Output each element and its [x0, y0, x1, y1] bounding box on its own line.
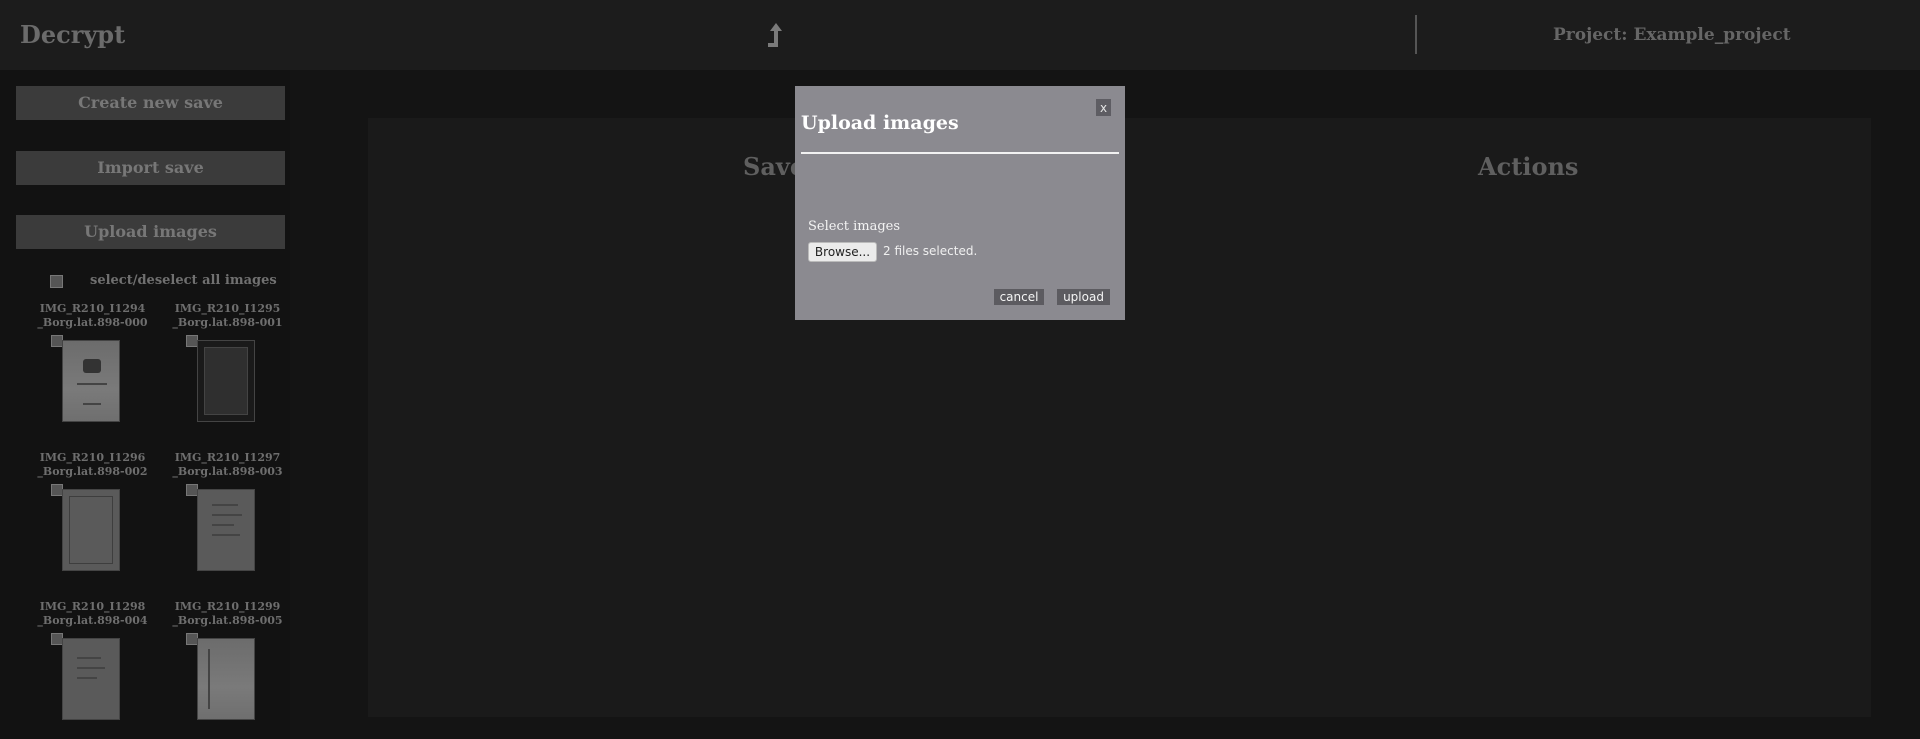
- image-thumbnail[interactable]: IMG_R210_I1296 _Borg.lat.898-002: [30, 451, 155, 596]
- dialog-divider: [801, 152, 1119, 154]
- select-all-label: select/deselect all images: [90, 273, 277, 288]
- image-name: IMG_R210_I1299 _Borg.lat.898-005: [172, 600, 283, 627]
- close-button[interactable]: x: [1096, 99, 1111, 116]
- image-name: IMG_R210_I1297 _Borg.lat.898-003: [172, 451, 283, 478]
- image-preview: [197, 489, 255, 571]
- image-thumbnail[interactable]: IMG_R210_I1294 _Borg.lat.898-000: [30, 302, 155, 447]
- image-preview: [197, 638, 255, 720]
- brand-title: Decrypt: [20, 20, 126, 49]
- upload-button[interactable]: upload: [1057, 289, 1110, 305]
- actions-heading: Actions: [1478, 152, 1579, 181]
- file-selection-status: 2 files selected.: [883, 244, 978, 258]
- header-divider: [1415, 15, 1417, 54]
- image-name: IMG_R210_I1298 _Borg.lat.898-004: [37, 600, 148, 627]
- image-preview: [62, 489, 120, 571]
- image-preview: [62, 340, 120, 422]
- select-images-label: Select images: [808, 219, 901, 234]
- image-thumbnail[interactable]: IMG_R210_I1297 _Borg.lat.898-003: [165, 451, 290, 596]
- image-preview: [197, 340, 255, 422]
- top-bar: Decrypt Project: Example_project: [0, 0, 1920, 70]
- upload-images-dialog: Upload images x Select images Browse... …: [795, 86, 1125, 320]
- project-label: Project: Example_project: [1553, 25, 1791, 45]
- dialog-title: Upload images: [801, 112, 959, 134]
- browse-button[interactable]: Browse...: [808, 242, 877, 262]
- image-name: IMG_R210_I1294 _Borg.lat.898-000: [37, 302, 148, 329]
- image-thumbnail[interactable]: IMG_R210_I1295 _Borg.lat.898-001: [165, 302, 290, 447]
- upload-images-button[interactable]: Upload images: [16, 215, 285, 249]
- image-name: IMG_R210_I1295 _Borg.lat.898-001: [172, 302, 283, 329]
- import-save-button[interactable]: Import save: [16, 151, 285, 185]
- image-thumbnail[interactable]: IMG_R210_I1299 _Borg.lat.898-005: [165, 600, 290, 739]
- arrow-up-icon[interactable]: [764, 20, 788, 50]
- image-preview: [62, 638, 120, 720]
- image-thumbnail[interactable]: IMG_R210_I1298 _Borg.lat.898-004: [30, 600, 155, 739]
- create-new-save-button[interactable]: Create new save: [16, 86, 285, 120]
- select-all-checkbox[interactable]: [50, 275, 63, 288]
- image-name: IMG_R210_I1296 _Borg.lat.898-002: [37, 451, 148, 478]
- cancel-button[interactable]: cancel: [994, 289, 1044, 305]
